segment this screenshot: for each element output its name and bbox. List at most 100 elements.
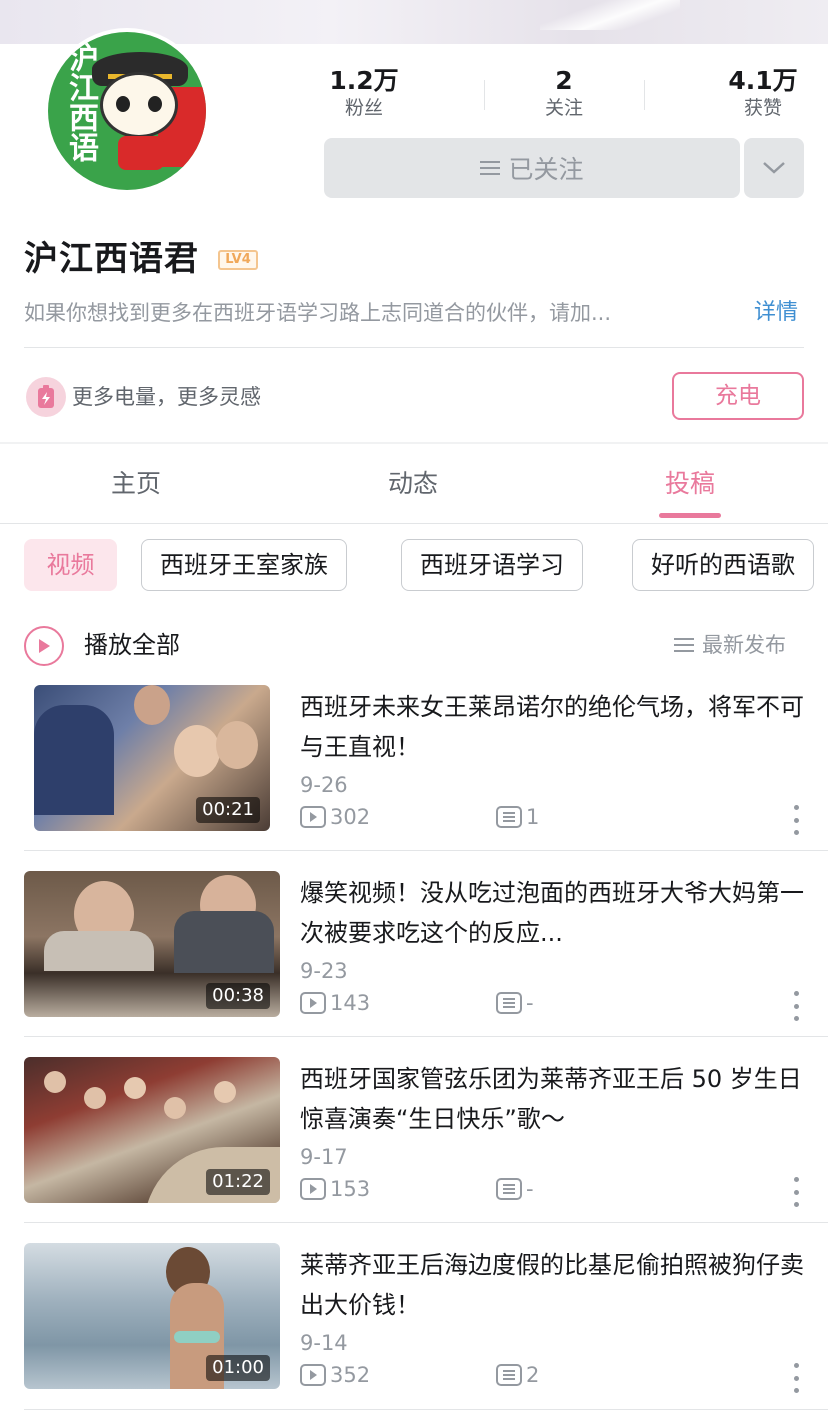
thumb-figure-shape — [124, 1077, 146, 1099]
stat-fans-value: 1.2万 — [329, 66, 399, 95]
tabs-divider — [0, 523, 828, 524]
row-divider — [24, 1036, 828, 1037]
stat-following-label: 关注 — [544, 97, 583, 119]
video-thumbnail[interactable]: 01:22 — [24, 1057, 280, 1203]
stat-likes-label: 获赞 — [743, 97, 782, 119]
video-title[interactable]: 西班牙未来女王莱昂诺尔的绝伦气场，将军不可与王直视！ — [300, 687, 810, 767]
play-all-icon[interactable] — [24, 626, 64, 666]
thumb-figure-shape — [174, 911, 274, 973]
video-date: 9-23 — [300, 959, 348, 983]
play-count-icon — [300, 992, 326, 1014]
video-plays: 352 — [300, 1361, 370, 1389]
followed-button-label: 已关注 — [508, 155, 584, 184]
row-divider — [24, 1409, 828, 1410]
followed-button[interactable]: 已关注 — [324, 138, 740, 198]
thumb-figure-shape — [174, 725, 220, 777]
video-comments: - — [496, 989, 534, 1017]
tab-submissions[interactable]: 投稿 — [630, 466, 750, 502]
sort-label: 最新发布 — [702, 633, 786, 657]
thumb-figure-shape — [84, 1087, 106, 1109]
stat-fans[interactable]: 1.2万 粉丝 — [304, 66, 424, 120]
video-duration: 00:21 — [196, 797, 260, 823]
video-plays-count: 352 — [330, 1363, 371, 1387]
stat-following-value: 2 — [555, 66, 573, 95]
thumb-figure-shape — [44, 1071, 66, 1093]
stat-likes[interactable]: 4.1万 获赞 — [703, 66, 823, 120]
sort-lines-icon — [674, 637, 694, 653]
video-thumbnail[interactable]: 00:21 — [34, 685, 270, 831]
filter-chip-spanish-songs[interactable]: 好听的西语歌 — [632, 539, 814, 591]
video-title[interactable]: 莱蒂齐亚王后海边度假的比基尼偷拍照被狗仔卖出大价钱！ — [300, 1245, 810, 1325]
video-duration: 00:38 — [206, 983, 270, 1009]
video-comments-count: - — [526, 1177, 534, 1201]
stat-divider — [484, 80, 485, 110]
thumb-figure-shape — [134, 685, 170, 725]
avatar-cat-eye — [148, 96, 162, 112]
video-title[interactable]: 西班牙国家管弦乐团为莱蒂齐亚王后 50 岁生日惊喜演奏“生日快乐”歌～ — [300, 1059, 810, 1139]
thumb-figure-shape — [216, 721, 258, 769]
list-item[interactable]: 00:21 西班牙未来女王莱昂诺尔的绝伦气场，将军不可与王直视！ 9-26 30… — [0, 685, 828, 871]
charge-slogan: 更多电量，更多灵感 — [72, 385, 261, 409]
video-plays: 143 — [300, 989, 370, 1017]
follow-options-button[interactable] — [744, 138, 804, 198]
list-item[interactable]: 00:38 爆笑视频！没从吃过泡面的西班牙大爷大妈第一次被要求吃这个的反应...… — [0, 871, 828, 1057]
list-item[interactable]: 01:22 西班牙国家管弦乐团为莱蒂齐亚王后 50 岁生日惊喜演奏“生日快乐”歌… — [0, 1057, 828, 1243]
video-comments: 1 — [496, 803, 539, 831]
video-thumbnail[interactable]: 00:38 — [24, 871, 280, 1017]
charge-button[interactable]: 充电 — [672, 372, 804, 420]
video-duration: 01:22 — [206, 1169, 270, 1195]
video-thumbnail[interactable]: 01:00 — [24, 1243, 280, 1389]
filter-chip-video[interactable]: 视频 — [24, 539, 117, 591]
more-options-icon[interactable] — [790, 805, 802, 835]
tab-dynamics[interactable]: 动态 — [353, 466, 473, 502]
stat-likes-value: 4.1万 — [728, 66, 798, 95]
row-divider — [24, 1222, 828, 1223]
more-options-icon[interactable] — [790, 1363, 802, 1393]
stat-following[interactable]: 2 关注 — [504, 66, 624, 120]
avatar-cat-body — [118, 136, 164, 170]
avatar[interactable]: 沪江西语 — [44, 28, 210, 194]
thumb-figure-shape — [44, 931, 154, 971]
menu-lines-icon — [480, 160, 501, 176]
sort-dropdown[interactable]: 最新发布 — [674, 630, 786, 660]
stat-fans-label: 粉丝 — [344, 97, 383, 119]
list-item[interactable]: 01:00 莱蒂齐亚王后海边度假的比基尼偷拍照被狗仔卖出大价钱！ 9-14 35… — [0, 1243, 828, 1415]
more-options-icon[interactable] — [790, 1177, 802, 1207]
video-duration: 01:00 — [206, 1355, 270, 1381]
battery-icon — [26, 377, 66, 417]
filter-chip-royal-family[interactable]: 西班牙王室家族 — [141, 539, 347, 591]
video-plays-count: 302 — [330, 805, 371, 829]
video-plays: 153 — [300, 1175, 370, 1203]
thumb-figure-shape — [164, 1097, 186, 1119]
video-comments-count: - — [526, 991, 534, 1015]
video-comments: 2 — [496, 1361, 539, 1389]
channel-bio: 如果你想找到更多在西班牙语学习路上志同道合的伙伴，请加... — [24, 301, 612, 325]
channel-name: 沪江西语君 — [24, 239, 199, 279]
video-comments-count: 2 — [526, 1363, 540, 1387]
video-date: 9-17 — [300, 1145, 348, 1169]
avatar-cat-eye — [116, 96, 130, 112]
bio-detail-link[interactable]: 详情 — [754, 298, 798, 328]
banner-decoration — [540, 0, 680, 30]
row-divider — [24, 850, 828, 851]
comment-count-icon — [496, 1178, 522, 1200]
stat-divider — [644, 80, 645, 110]
avatar-image: 沪江西语 — [48, 32, 206, 190]
video-title[interactable]: 爆笑视频！没从吃过泡面的西班牙大爷大妈第一次被要求吃这个的反应... — [300, 873, 810, 953]
video-plays-count: 143 — [330, 991, 371, 1015]
play-count-icon — [300, 806, 326, 828]
play-all-button[interactable]: 播放全部 — [84, 628, 180, 662]
video-plays: 302 — [300, 803, 370, 831]
comment-count-icon — [496, 992, 522, 1014]
chevron-down-icon — [763, 162, 785, 174]
video-comments-count: 1 — [526, 805, 540, 829]
video-comments: - — [496, 1175, 534, 1203]
section-divider — [24, 347, 804, 348]
level-badge: LV4 — [218, 250, 258, 270]
filter-chip-spanish-learning[interactable]: 西班牙语学习 — [401, 539, 583, 591]
video-plays-count: 153 — [330, 1177, 371, 1201]
play-count-icon — [300, 1364, 326, 1386]
tab-home[interactable]: 主页 — [76, 466, 196, 502]
play-count-icon — [300, 1178, 326, 1200]
more-options-icon[interactable] — [790, 991, 802, 1021]
